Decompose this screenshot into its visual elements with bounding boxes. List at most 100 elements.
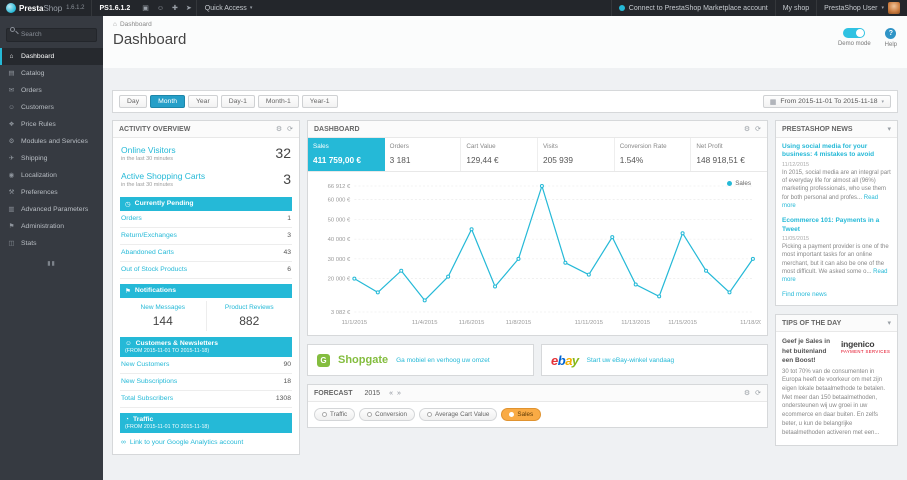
period-month-1-button[interactable]: Month-1 [257, 95, 299, 108]
gear-icon[interactable]: ⚙ [744, 125, 750, 133]
pending-returns-link[interactable]: Return/Exchanges [121, 232, 177, 239]
google-analytics-link[interactable]: ∞ Link to your Google Analytics account [120, 433, 292, 448]
sidebar-item-price-rules[interactable]: ❖ Price Rules [0, 116, 103, 133]
sidebar-item-preferences[interactable]: ⚒ Preferences [0, 184, 103, 201]
period-day-button[interactable]: Day [119, 95, 148, 108]
radio-icon [367, 412, 373, 417]
plus-icon[interactable]: ✚ [168, 4, 182, 12]
news-item: Using social media for your business: 4 … [776, 138, 897, 212]
period-day-1-button[interactable]: Day-1 [220, 95, 255, 108]
chevron-down-icon: ▾ [249, 5, 253, 11]
new-subscriptions-link[interactable]: New Subscriptions [121, 378, 177, 385]
sales-chart-svg: 3 082 € 20 000 € 30 000 € 40 000 € 50 000 € 6… [328, 183, 766, 326]
abandoned-carts-link[interactable]: Abandoned Carts [121, 249, 174, 256]
collapse-icon[interactable]: ▾ [887, 125, 891, 133]
prestashop-logo-icon [6, 3, 16, 13]
sidebar-collapse-icon[interactable]: ▮▮ [47, 260, 56, 267]
forecast-year[interactable]: 2015 [365, 390, 381, 397]
out-of-stock-link[interactable]: Out of Stock Products [121, 266, 187, 273]
sidebar-item-label: Preferences [21, 188, 58, 196]
kpi-net-profit[interactable]: Net Profit 148 918,51 € [691, 138, 767, 171]
legend-dot-icon [727, 181, 733, 186]
prev-year-button[interactable]: « [389, 390, 393, 397]
refresh-icon[interactable]: ⟳ [755, 389, 761, 397]
news-headline-link[interactable]: Using social media for your business: 4 … [782, 143, 891, 160]
pending-orders-link[interactable]: Orders [121, 215, 142, 222]
svg-text:11/1/2015: 11/1/2015 [342, 320, 368, 326]
sidebar-item-administration[interactable]: ⚑ Administration [0, 218, 103, 235]
date-range-picker[interactable]: ▦ From 2015-11-01 To 2015-11-18 ▾ [762, 95, 891, 108]
ebay-link[interactable]: Start uw eBay-winkel vandaag [587, 357, 674, 364]
my-shop-link[interactable]: My shop [774, 0, 816, 16]
shopgate-banner: G Shopgate Ga mobiel en verhoog uw omzet [307, 344, 534, 376]
shopgate-link[interactable]: Ga mobiel en verhoog uw omzet [396, 357, 490, 364]
sidebar-item-catalog[interactable]: ▤ Catalog [0, 65, 103, 82]
demo-mode-toggle[interactable]: Demo mode [838, 28, 871, 47]
sidebar-item-stats[interactable]: ◫ Stats [0, 235, 103, 252]
sidebar-item-label: Advanced Parameters [21, 205, 89, 213]
next-year-button[interactable]: » [397, 390, 401, 397]
kpi-cart-value[interactable]: Cart Value 129,44 € [461, 138, 539, 171]
period-month-button[interactable]: Month [150, 95, 185, 108]
toggle-switch[interactable] [843, 28, 866, 38]
total-subscribers-link[interactable]: Total Subscribers [121, 395, 173, 402]
gear-icon[interactable]: ⚙ [744, 389, 750, 397]
metric-subtitle: in the last 30 minutes [121, 181, 173, 188]
sidebar-item-dashboard[interactable]: ⌂ Dashboard [0, 47, 103, 65]
brand-text: PrestaShop [19, 3, 63, 13]
search-input[interactable] [6, 27, 97, 42]
online-visitors-link[interactable]: Online Visitors [121, 145, 176, 155]
list-item: Return/Exchanges 3 [120, 228, 292, 245]
notifications-columns: New Messages 144 Product Reviews 882 [120, 298, 292, 332]
kpi-orders[interactable]: Orders 3 181 [385, 138, 462, 171]
shopgate-logo-icon: G [317, 353, 330, 367]
list-item: Total Subscribers 1308 [120, 391, 292, 408]
refresh-icon[interactable]: ⟳ [755, 125, 761, 133]
prestashop-logo[interactable]: PrestaShop 1.6.1.2 [0, 0, 91, 16]
user-menu[interactable]: PrestaShop User ▾ [816, 0, 907, 16]
svg-text:20 000 €: 20 000 € [328, 277, 351, 283]
row-value: 6 [287, 266, 291, 274]
cart-icon[interactable]: ▣ [138, 4, 153, 12]
sidebar-item-localization[interactable]: ◉ Localization [0, 167, 103, 184]
svg-text:11/18/201: 11/18/201 [740, 320, 761, 326]
svg-text:3 082 €: 3 082 € [331, 310, 351, 316]
profile-icon[interactable]: ☺ [153, 5, 168, 12]
news-headline-link[interactable]: Ecommerce 101: Payments in a Tweet [782, 217, 891, 234]
active-carts-link[interactable]: Active Shopping Carts [121, 171, 205, 181]
row-value: 3 [287, 232, 291, 240]
sidebar-item-modules[interactable]: ⚙ Modules and Services [0, 133, 103, 150]
sidebar-item-advanced-parameters[interactable]: ▥ Advanced Parameters [0, 201, 103, 218]
metric-traffic-pill[interactable]: Traffic [314, 408, 356, 421]
help-button[interactable]: ? Help [885, 28, 897, 48]
period-year-1-button[interactable]: Year-1 [301, 95, 338, 108]
metric-average-cart-value-pill[interactable]: Average Cart Value [419, 408, 498, 421]
kpi-sales[interactable]: Sales 411 759,00 € [308, 138, 385, 171]
find-more-news-link[interactable]: Find more news [776, 286, 897, 305]
forecast-panel: FORECAST 2015 « » ⚙ ⟳ Traffic Conversion… [307, 384, 768, 428]
period-year-button[interactable]: Year [187, 95, 218, 108]
kpi-conversion-rate[interactable]: Conversion Rate 1.54% [615, 138, 692, 171]
new-customers-link[interactable]: New Customers [121, 361, 169, 368]
marketplace-link[interactable]: Connect to PrestaShop Marketplace accoun… [610, 0, 775, 16]
sidebar-item-label: Administration [21, 222, 65, 230]
sidebar-item-customers[interactable]: ☺ Customers [0, 99, 103, 116]
shop-name[interactable]: PS1.6.1.2 [90, 0, 139, 16]
user-avatar [888, 2, 900, 14]
sales-chart: Sales 3 082 € 20 000 € 30 000 € 40 000 € 50 … [308, 172, 767, 335]
quick-access-menu[interactable]: Quick Access ▾ [195, 0, 261, 16]
sidebar-item-orders[interactable]: ✉ Orders [0, 82, 103, 99]
refresh-icon[interactable]: ⟳ [287, 125, 293, 133]
kpi-visits[interactable]: Visits 205 939 [538, 138, 615, 171]
sidebar-item-shipping[interactable]: ✈ Shipping [0, 150, 103, 167]
ingenico-logo: ingenico payment services [841, 337, 891, 364]
new-messages-link[interactable]: New Messages [122, 304, 204, 311]
metric-conversion-pill[interactable]: Conversion [359, 408, 416, 421]
gear-icon[interactable]: ⚙ [276, 125, 282, 133]
sidebar: ⌂ Dashboard ▤ Catalog ✉ Orders ☺ Customers ❖… [0, 16, 103, 480]
stats-icon: ◫ [8, 240, 15, 247]
metric-sales-pill[interactable]: Sales [501, 408, 542, 421]
product-reviews-link[interactable]: Product Reviews [209, 304, 291, 311]
collapse-icon[interactable]: ▾ [887, 319, 891, 327]
rocket-icon[interactable]: ➤ [182, 4, 196, 12]
